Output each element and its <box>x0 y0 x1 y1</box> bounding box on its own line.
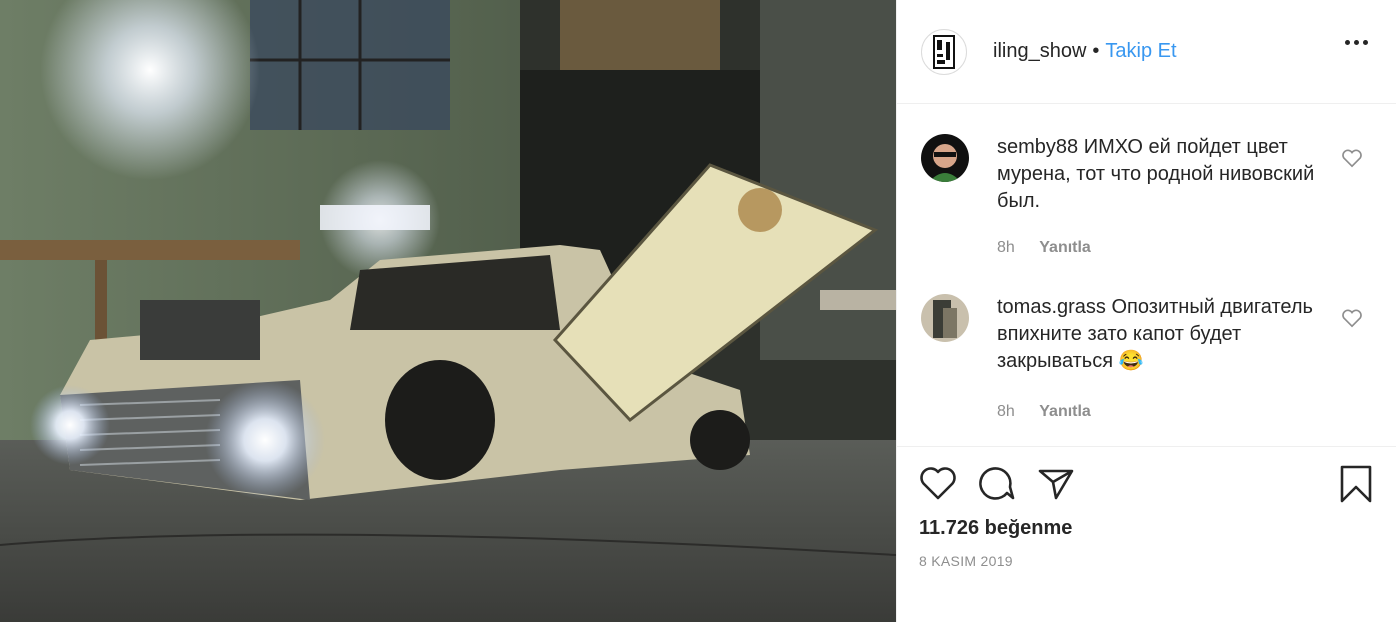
avatar-image <box>921 294 969 342</box>
share-icon[interactable] <box>1037 465 1075 501</box>
likes-count[interactable]: 11.726 beğenme <box>919 517 1072 540</box>
reply-button[interactable]: Yanıtla <box>1039 403 1091 420</box>
comments-list: semby88 ИМХО ей пойдет цвет мурена, тот … <box>897 104 1396 447</box>
more-options-icon[interactable] <box>1345 40 1368 45</box>
comment-like-heart-icon[interactable] <box>1341 308 1363 328</box>
comment-username[interactable]: tomas.grass <box>997 296 1106 318</box>
comment-body: semby88 ИМХО ей пойдет цвет мурена, тот … <box>997 134 1317 215</box>
post-header: iling_show • Takip Et <box>897 0 1396 104</box>
author-avatar[interactable] <box>921 28 967 75</box>
comment-body: tomas.grass Опозитный двигатель впихните… <box>997 294 1317 375</box>
comment-time: 8h <box>997 239 1015 256</box>
post-actions: 11.726 beğenme 8 KASIM 2019 <box>897 447 1396 622</box>
author-username[interactable]: iling_show <box>993 40 1086 63</box>
post-date: 8 KASIM 2019 <box>919 553 1013 569</box>
comment-icon[interactable] <box>977 465 1015 501</box>
header-separator: • <box>1092 40 1100 62</box>
comment-meta: 8h Yanıtla <box>997 239 1091 257</box>
follow-button[interactable]: Takip Et <box>1105 40 1176 63</box>
post-photo[interactable] <box>0 0 896 622</box>
comment-username[interactable]: semby88 <box>997 136 1078 158</box>
comment-time: 8h <box>997 403 1015 420</box>
author-logo-icon <box>933 34 955 69</box>
comment-item: semby88 ИМХО ей пойдет цвет мурена, тот … <box>921 134 1371 274</box>
comment-item: tomas.grass Опозитный двигатель впихните… <box>921 294 1371 434</box>
avatar-image <box>921 134 969 182</box>
commenter-avatar[interactable] <box>921 294 969 342</box>
instagram-post: iling_show • Takip Et semby88 ИМХО ей по… <box>0 0 1396 622</box>
bookmark-icon[interactable] <box>1339 465 1373 503</box>
comment-like-heart-icon[interactable] <box>1341 148 1363 168</box>
commenter-avatar[interactable] <box>921 134 969 182</box>
post-sidebar: iling_show • Takip Et semby88 ИМХО ей по… <box>896 0 1396 622</box>
comment-meta: 8h Yanıtla <box>997 403 1091 421</box>
car-garage-image <box>0 0 896 622</box>
heart-icon[interactable] <box>919 465 957 501</box>
reply-button[interactable]: Yanıtla <box>1039 239 1091 256</box>
